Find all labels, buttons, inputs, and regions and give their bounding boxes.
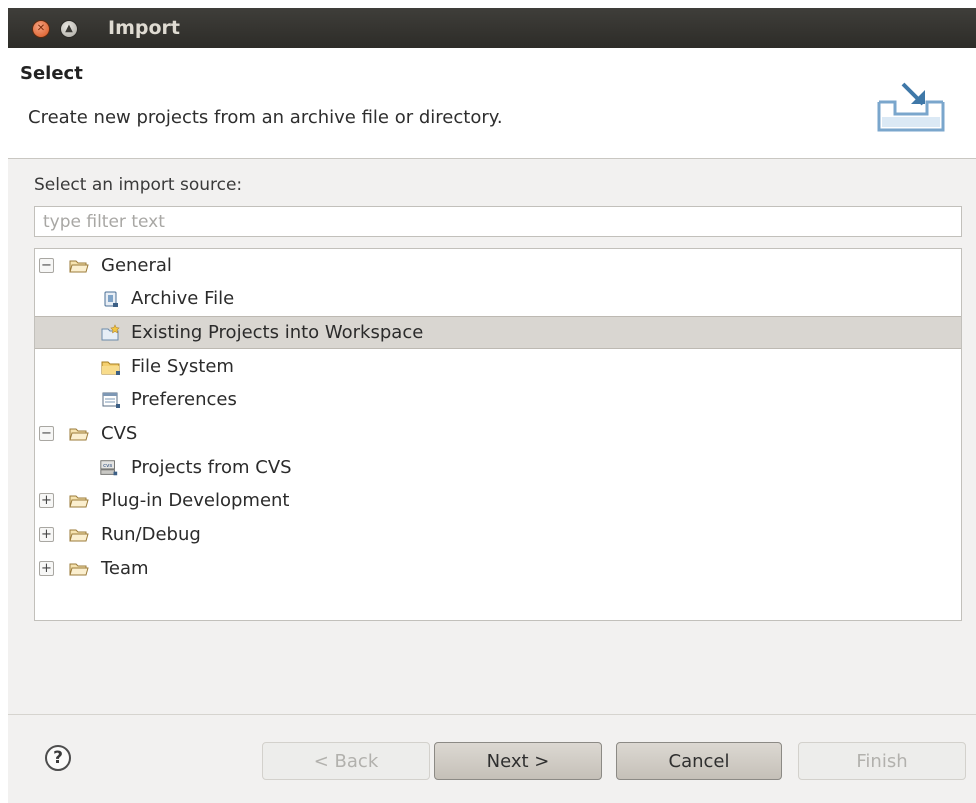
expand-toggle[interactable]: + xyxy=(39,527,54,542)
finish-button[interactable]: Finish xyxy=(798,742,966,780)
collapse-toggle[interactable]: − xyxy=(39,258,54,273)
tree-item-cvs[interactable]: − CVS xyxy=(35,417,961,450)
wizard-header: Select Create new projects from an archi… xyxy=(8,48,976,159)
collapse-toggle[interactable]: − xyxy=(39,426,54,441)
preferences-icon xyxy=(102,392,120,408)
tree-item-projects-from-cvs[interactable]: cvs Projects from CVS xyxy=(35,451,961,484)
tree-item-label: Team xyxy=(101,558,149,579)
tree-item-archive-file[interactable]: Archive File xyxy=(35,282,961,315)
expand-toggle[interactable]: + xyxy=(39,561,54,576)
import-source-tree[interactable]: − General Archive File Existing Projects… xyxy=(34,248,962,621)
tree-item-existing-projects[interactable]: Existing Projects into Workspace xyxy=(35,316,961,349)
tree-item-general[interactable]: − General xyxy=(35,249,961,282)
tree-item-label: General xyxy=(101,255,172,276)
tree-item-label: Run/Debug xyxy=(101,524,201,545)
close-window-button[interactable]: ✕ xyxy=(32,20,50,38)
svg-text:cvs: cvs xyxy=(103,463,112,469)
tree-item-label: File System xyxy=(131,356,234,377)
tree-item-file-system[interactable]: File System xyxy=(35,350,961,383)
wizard-page-title: Select xyxy=(20,63,83,84)
maximize-window-button[interactable]: ▲ xyxy=(60,20,78,38)
window-title: Import xyxy=(108,17,180,39)
tree-item-team[interactable]: + Team xyxy=(35,552,961,585)
tree-item-preferences[interactable]: Preferences xyxy=(35,383,961,416)
button-bar-separator xyxy=(8,714,976,715)
filter-input[interactable] xyxy=(34,206,962,237)
expand-toggle[interactable]: + xyxy=(39,493,54,508)
archive-file-icon xyxy=(104,291,118,307)
import-wizard-icon xyxy=(877,82,945,132)
back-button[interactable]: < Back xyxy=(262,742,430,780)
tree-item-label: Existing Projects into Workspace xyxy=(131,322,424,343)
folder-icon xyxy=(69,529,89,542)
file-system-icon xyxy=(101,361,120,375)
import-source-label: Select an import source: xyxy=(34,175,243,195)
folder-icon xyxy=(69,495,89,508)
tree-item-label: Projects from CVS xyxy=(131,457,292,478)
tree-item-label: CVS xyxy=(101,423,138,444)
cvs-icon: cvs xyxy=(100,460,118,476)
folder-icon xyxy=(69,260,89,273)
title-bar[interactable]: ✕ ▲ Import xyxy=(8,8,976,48)
tree-item-label: Plug-in Development xyxy=(101,490,290,511)
tree-item-label: Archive File xyxy=(131,288,235,309)
tree-item-run-debug[interactable]: + Run/Debug xyxy=(35,518,961,551)
tree-item-plugin-development[interactable]: + Plug-in Development xyxy=(35,484,961,517)
next-button[interactable]: Next > xyxy=(434,742,602,780)
folder-icon xyxy=(69,428,89,441)
cancel-button[interactable]: Cancel xyxy=(616,742,782,780)
import-dialog: ✕ ▲ Import Select Create new projects fr… xyxy=(8,8,976,803)
tree-item-label: Preferences xyxy=(131,389,237,410)
folder-icon xyxy=(69,563,89,576)
wizard-page-description: Create new projects from an archive file… xyxy=(28,107,503,128)
help-button[interactable]: ? xyxy=(45,745,71,771)
existing-projects-icon xyxy=(101,324,120,341)
